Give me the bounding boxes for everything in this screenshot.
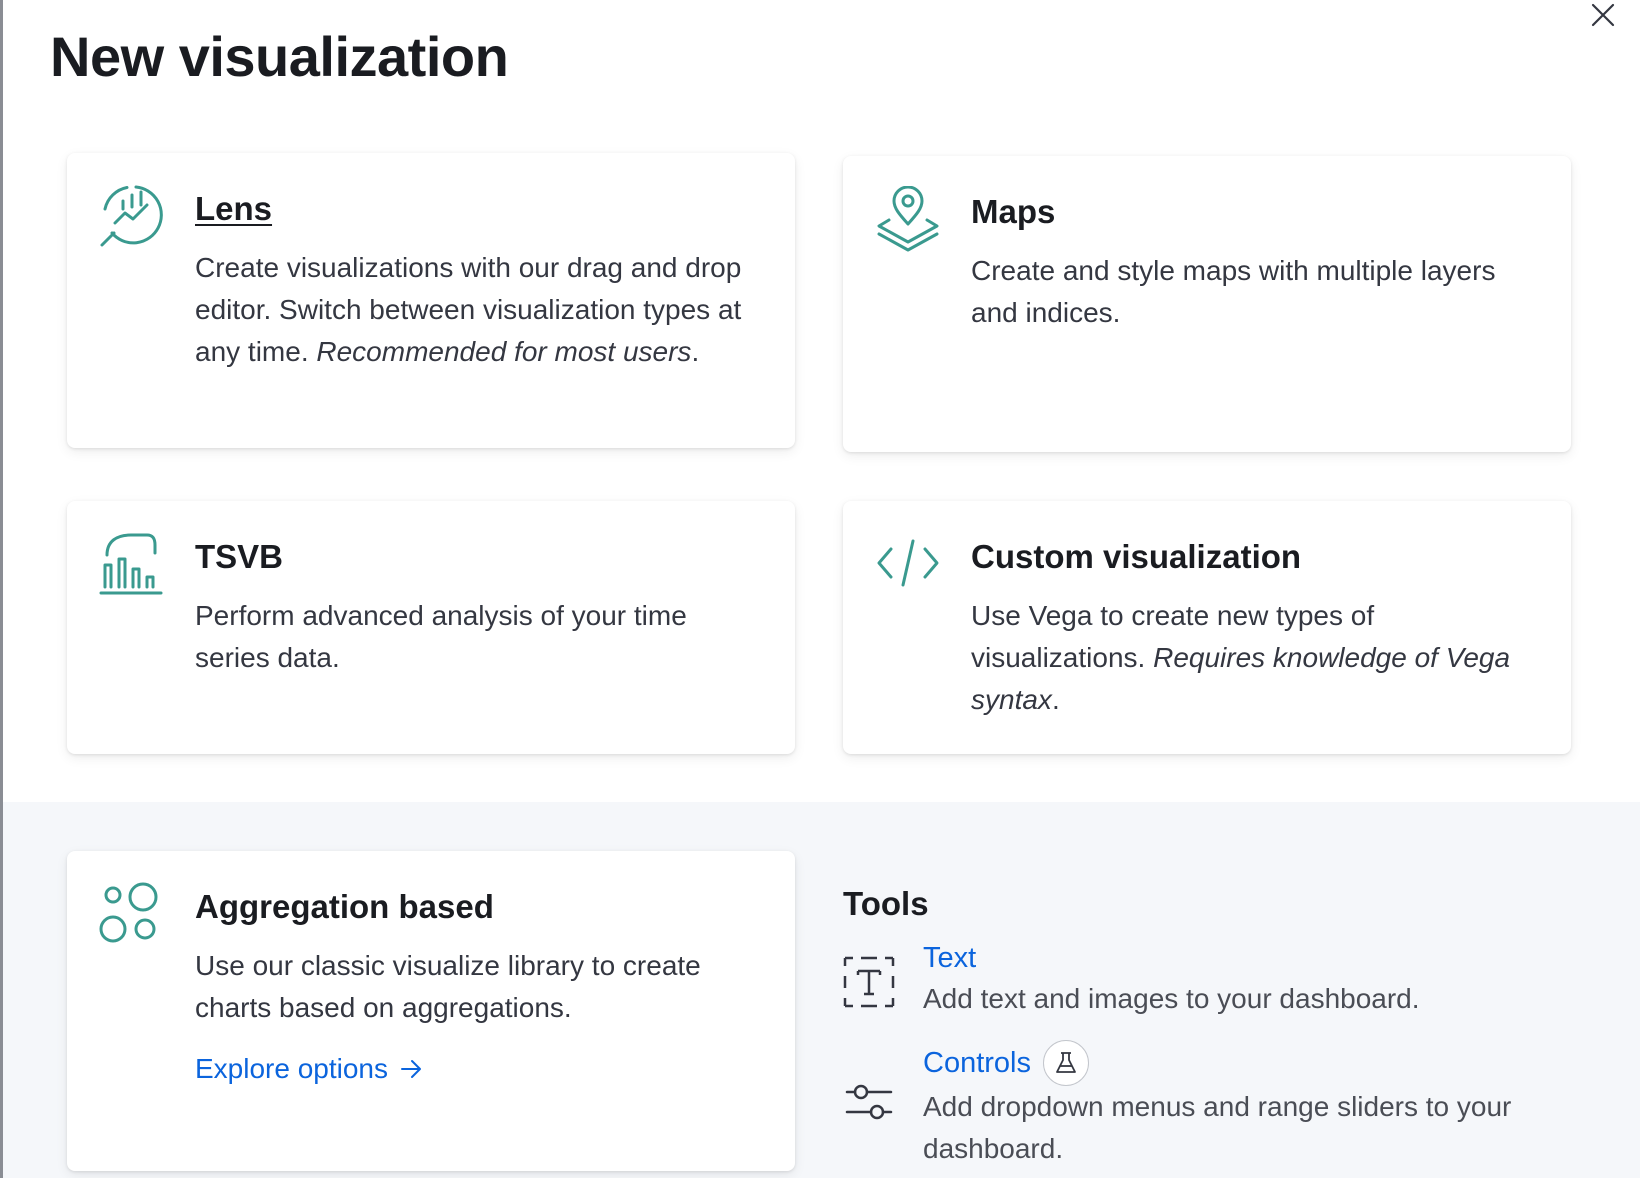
- controls-tool-description: Add dropdown menus and range sliders to …: [923, 1091, 1512, 1164]
- lens-card[interactable]: Lens Create visualizations with our drag…: [67, 153, 795, 448]
- tool-item-controls[interactable]: Controls Add dropdown menus and range sl…: [843, 1040, 1603, 1170]
- aggregation-based-title[interactable]: Aggregation based: [195, 887, 759, 927]
- beaker-icon: [1056, 1052, 1076, 1073]
- controls-icon: [843, 1076, 895, 1128]
- tool-item-text[interactable]: Text Add text and images to your dashboa…: [843, 938, 1603, 1038]
- maps-title[interactable]: Maps: [971, 192, 1535, 232]
- controls-tool-link[interactable]: Controls: [923, 1040, 1089, 1086]
- controls-tool-label: Controls: [923, 1047, 1031, 1079]
- lens-icon: [99, 183, 165, 249]
- arrow-right-icon: [401, 1060, 422, 1078]
- tools-title: Tools: [843, 885, 929, 922]
- close-icon: [1591, 3, 1615, 27]
- tools-section: Tools Text Add text and images to your d…: [843, 884, 1603, 1164]
- lens-title[interactable]: Lens: [195, 189, 759, 229]
- lens-description: Create visualizations with our drag and …: [195, 252, 742, 367]
- tsvb-title[interactable]: TSVB: [195, 537, 759, 577]
- beta-badge[interactable]: [1043, 1040, 1089, 1086]
- explore-options-label: Explore options: [195, 1053, 389, 1084]
- tsvb-icon: [99, 531, 165, 597]
- text-icon: [843, 956, 895, 1008]
- circles-icon: [99, 881, 165, 947]
- custom-visualization-card[interactable]: Custom visualization Use Vega to create …: [843, 501, 1571, 754]
- maps-description: Create and style maps with multiple laye…: [971, 255, 1496, 328]
- aggregation-based-description: Use our classic visualize library to cre…: [195, 950, 701, 1023]
- explore-options-link[interactable]: Explore options: [195, 1053, 422, 1085]
- text-tool-description: Add text and images to your dashboard.: [923, 983, 1420, 1014]
- close-button[interactable]: [1586, 0, 1620, 30]
- maps-card[interactable]: Maps Create and style maps with multiple…: [843, 156, 1571, 452]
- tsvb-description: Perform advanced analysis of your time s…: [195, 600, 687, 673]
- tsvb-card[interactable]: TSVB Perform advanced analysis of your t…: [67, 501, 795, 754]
- page-title: New visualization: [50, 25, 509, 88]
- text-tool-link[interactable]: Text: [923, 938, 976, 978]
- custom-visualization-description: Use Vega to create new types of visualiz…: [971, 600, 1511, 715]
- aggregation-based-card[interactable]: Aggregation based Use our classic visual…: [67, 851, 795, 1171]
- maps-icon: [875, 186, 941, 252]
- custom-visualization-title[interactable]: Custom visualization: [971, 537, 1535, 577]
- code-icon: [875, 531, 941, 597]
